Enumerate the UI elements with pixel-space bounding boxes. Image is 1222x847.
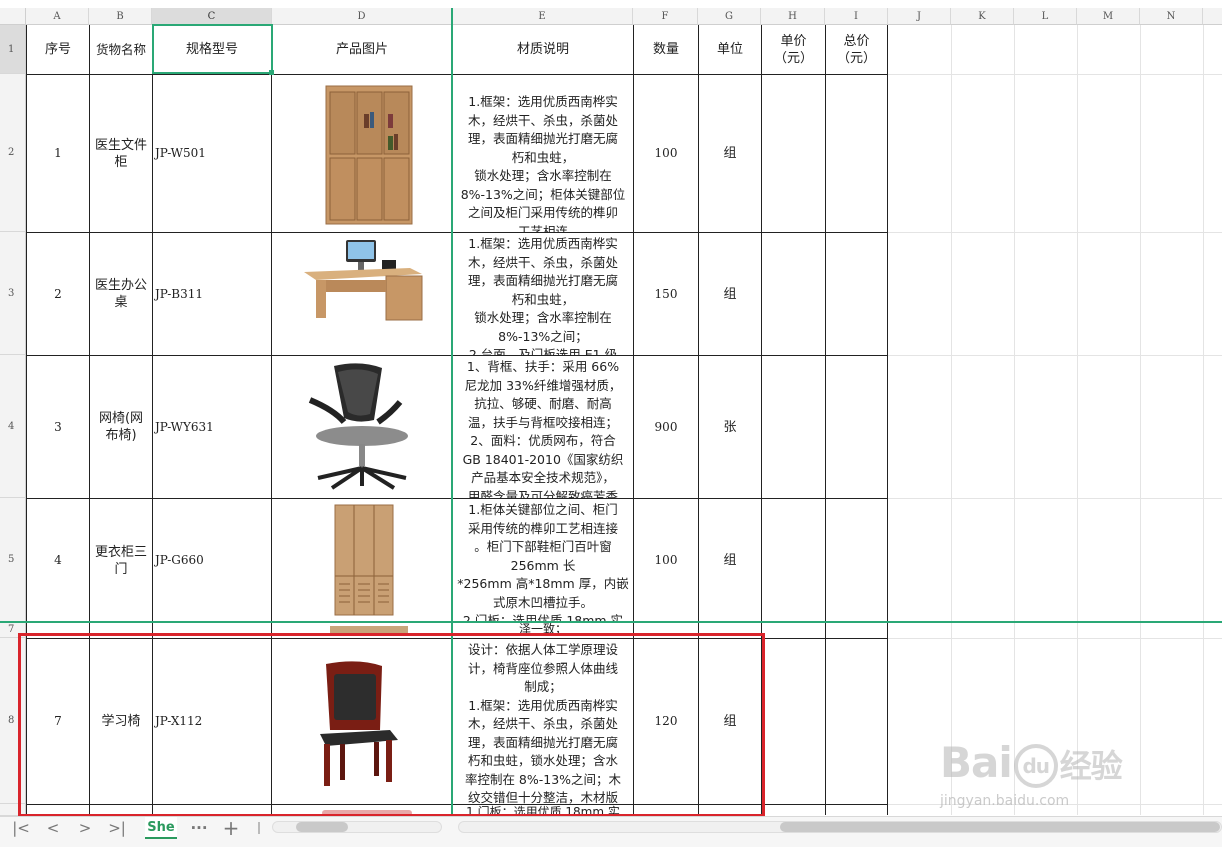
gridline	[888, 232, 1222, 233]
cell-name[interactable]: 医生文件 柜	[90, 75, 152, 232]
cell-seq[interactable]: 4	[27, 499, 89, 622]
gridline	[1077, 25, 1078, 815]
last-sheet-button[interactable]: >|	[106, 818, 128, 838]
add-sheet-button[interactable]: +	[220, 818, 242, 838]
cell-qty[interactable]: 100	[634, 499, 698, 622]
first-sheet-button[interactable]: |<	[10, 818, 32, 838]
cell-material[interactable]: 1、背框、扶手：采用 66% 尼龙加 33%纤维增强材质， 抗拉、够硬、耐磨、耐…	[453, 356, 633, 498]
cell-qty[interactable]: 100	[634, 75, 698, 232]
cell-model[interactable]: JP-WY631	[153, 356, 271, 498]
gridline	[888, 355, 1222, 356]
column-header-a[interactable]: A	[26, 8, 89, 25]
column-header-n[interactable]: N	[1140, 8, 1203, 25]
cell-name[interactable]: 网椅(网 布椅)	[90, 356, 152, 498]
column-header-l[interactable]: L	[1014, 8, 1077, 25]
column-header-o[interactable]	[1203, 8, 1222, 25]
cell-model[interactable]: JP-W501	[153, 75, 271, 232]
highlight-box	[18, 633, 765, 817]
watermark-suffix: 经验	[1059, 747, 1123, 785]
table-border	[825, 25, 826, 815]
more-sheets-button[interactable]: ···	[188, 818, 210, 838]
header-cell-name[interactable]: 货物名称	[90, 25, 152, 74]
column-header-f[interactable]: F	[633, 8, 698, 25]
header-cell-seq[interactable]: 序号	[27, 25, 89, 74]
watermark-paw-icon: du	[1013, 743, 1058, 788]
material-text: 1、背框、扶手：采用 66% 尼龙加 33%纤维增强材质， 抗拉、够硬、耐磨、耐…	[462, 359, 624, 498]
cell-name[interactable]: 医生办公 桌	[90, 233, 152, 355]
column-header-m[interactable]: M	[1077, 8, 1140, 25]
row-header-5[interactable]: 5	[0, 498, 26, 622]
header-cell-total-price[interactable]: 总价 （元）	[826, 25, 887, 74]
gridline	[888, 74, 1222, 75]
material-text: 1.框架：选用优质西南桦实 木，经烘干、杀虫，杀菌处 理，表面精细抛光打磨无腐 …	[460, 94, 626, 232]
select-all-corner[interactable]	[0, 8, 26, 25]
column-header-j[interactable]: J	[888, 8, 951, 25]
cell-model[interactable]: JP-B311	[153, 233, 271, 355]
cell-seq[interactable]: 2	[27, 233, 89, 355]
column-header-d[interactable]: D	[272, 8, 452, 25]
cell-unit[interactable]: 张	[699, 356, 761, 498]
row-header-1[interactable]: 1	[0, 25, 26, 74]
cell-seq[interactable]: 1	[27, 75, 89, 232]
watermark-logo: Bai du 经验	[940, 738, 1123, 788]
cell-model[interactable]: JP-G660	[153, 499, 271, 622]
column-header-h[interactable]: H	[761, 8, 825, 25]
column-header-k[interactable]: K	[951, 8, 1014, 25]
gridline	[1140, 25, 1141, 815]
column-header-i[interactable]: I	[825, 8, 888, 25]
row-header-3[interactable]: 3	[0, 232, 26, 355]
horizontal-scroll-thumb[interactable]	[296, 822, 348, 832]
gridline	[1014, 25, 1015, 815]
freeze-pane-horizontal[interactable]	[0, 621, 1222, 623]
locker-photo[interactable]	[334, 504, 394, 616]
header-cell-unit-price[interactable]: 单价 （元）	[762, 25, 825, 74]
cell-seq[interactable]: 3	[27, 356, 89, 498]
column-header-e[interactable]: E	[452, 8, 633, 25]
desk-photo[interactable]	[300, 236, 426, 322]
cell-name[interactable]: 更衣柜三 门	[90, 499, 152, 622]
cabinet-photo[interactable]	[324, 84, 416, 228]
tab-splitter[interactable]	[258, 822, 260, 834]
material-text: 1.框架：选用优质西南桦实 木，经烘干、杀虫，杀菌处 理，表面精细抛光打磨无腐 …	[467, 236, 618, 355]
prev-sheet-button[interactable]: <	[42, 818, 64, 838]
header-cell-material[interactable]: 材质说明	[453, 25, 633, 74]
watermark-url: jingyan.baidu.com	[940, 793, 1070, 809]
horizontal-scroll-thumb[interactable]	[780, 822, 1220, 832]
watermark-brand: Bai	[940, 738, 1013, 787]
material-text: 1.柜体关键部位之间、柜门 采用传统的榫卯工艺相连接 。柜门下部鞋柜门百叶窗 2…	[457, 502, 629, 622]
cell-material[interactable]: 1.框架：选用优质西南桦实 木，经烘干、杀虫，杀菌处 理，表面精细抛光打磨无腐 …	[453, 75, 633, 232]
sheet-tab-active[interactable]: She	[145, 817, 177, 839]
header-cell-qty[interactable]: 数量	[634, 25, 698, 74]
selected-cell-outline	[152, 24, 273, 74]
column-header-g[interactable]: G	[698, 8, 761, 25]
cell-unit[interactable]: 组	[699, 233, 761, 355]
column-header-c[interactable]: C	[152, 8, 272, 25]
gridline	[888, 638, 1222, 639]
gridline	[951, 25, 952, 815]
cell-unit[interactable]: 组	[699, 75, 761, 232]
header-cell-image[interactable]: 产品图片	[272, 25, 452, 74]
gridline	[888, 498, 1222, 499]
cell-qty[interactable]: 900	[634, 356, 698, 498]
cell-material[interactable]: 1.框架：选用优质西南桦实 木，经烘干、杀虫，杀菌处 理，表面精细抛光打磨无腐 …	[453, 233, 633, 355]
mesh-chair-photo[interactable]	[304, 360, 420, 492]
row-header-2[interactable]: 2	[0, 74, 26, 232]
image-peek	[330, 626, 408, 633]
table-border	[887, 25, 888, 815]
row-header-4[interactable]: 4	[0, 355, 26, 498]
cell-qty[interactable]: 150	[634, 233, 698, 355]
cell-unit[interactable]: 组	[699, 499, 761, 622]
cell-material[interactable]: 1.柜体关键部位之间、柜门 采用传统的榫卯工艺相连接 。柜门下部鞋柜门百叶窗 2…	[453, 499, 633, 622]
next-sheet-button[interactable]: >	[74, 818, 96, 838]
gridline	[1203, 25, 1204, 815]
column-header-b[interactable]: B	[89, 8, 152, 25]
header-cell-unit[interactable]: 单位	[699, 25, 761, 74]
